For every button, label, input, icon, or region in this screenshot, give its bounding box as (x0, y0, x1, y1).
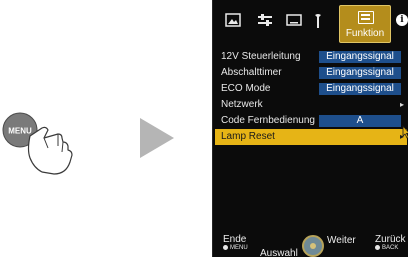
exit-hint: Ende MENU (223, 234, 248, 251)
picture-icon[interactable] (225, 13, 241, 27)
pointer-cursor-icon (402, 125, 408, 139)
key-dot-icon (375, 245, 380, 250)
tab-funktion[interactable]: Funktion (339, 5, 391, 43)
menu-item-label: 12V Steuerleitung (221, 51, 301, 62)
menu-item-eco-mode[interactable]: ECO Mode Eingangssignal (215, 81, 407, 97)
info-icon[interactable]: i (396, 14, 408, 26)
back-hint: Zurück BACK (375, 234, 406, 251)
hand-icon (27, 126, 73, 175)
menu-item-label: Code Fernbedienung (221, 115, 315, 126)
menu-button-press-illustration: MENU (2, 112, 73, 175)
installation-icon[interactable] (313, 13, 323, 29)
next-label: Weiter (327, 235, 356, 246)
settings-sliders-icon[interactable] (257, 13, 273, 27)
menu-item-abschalttimer[interactable]: Abschalttimer Eingangssignal (215, 65, 407, 81)
back-key-hint: BACK (375, 245, 406, 251)
menu-item-label: Abschalttimer (221, 67, 282, 78)
menu-item-code-fernbedienung[interactable]: Code Fernbedienung A (215, 113, 407, 129)
menu-item-lamp-reset[interactable]: Lamp Reset ▸ (215, 129, 407, 145)
function-icon (358, 11, 374, 24)
osd-tab-bar: Funktion i (213, 0, 408, 45)
menu-item-value: Eingangssignal (319, 67, 401, 79)
tab-funktion-label: Funktion (345, 28, 385, 39)
back-label: Zurück (375, 234, 406, 245)
navigation-dial-icon (302, 235, 324, 257)
menu-item-value: Eingangssignal (319, 51, 401, 63)
key-dot-icon (223, 245, 228, 250)
menu-button-label: MENU (8, 127, 32, 136)
input-signal-icon[interactable] (286, 13, 302, 27)
osd-menu-panel: Funktion i 12V Steuerleitung Eingangssig… (212, 0, 408, 257)
menu-item-label: Netzwerk (221, 99, 263, 110)
menu-item-12v-steuerleitung[interactable]: 12V Steuerleitung Eingangssignal (215, 49, 407, 65)
menu-item-value: A (319, 115, 401, 127)
menu-item-label: Lamp Reset (221, 131, 275, 142)
exit-key-hint: MENU (223, 245, 248, 251)
menu-item-label: ECO Mode (221, 83, 271, 94)
menu-item-netzwerk[interactable]: Netzwerk ▸ (215, 97, 407, 113)
exit-label: Ende (223, 234, 247, 245)
menu-list: 12V Steuerleitung Eingangssignal Abschal… (215, 49, 407, 145)
chevron-right-icon: ▸ (399, 100, 404, 109)
next-step-arrow (140, 118, 174, 158)
instruction-figure: MENU Funktion i 12V Steuerleitung Eingan… (0, 0, 408, 257)
menu-item-value: Eingangssignal (319, 83, 401, 95)
select-label: Auswahl (260, 248, 298, 257)
